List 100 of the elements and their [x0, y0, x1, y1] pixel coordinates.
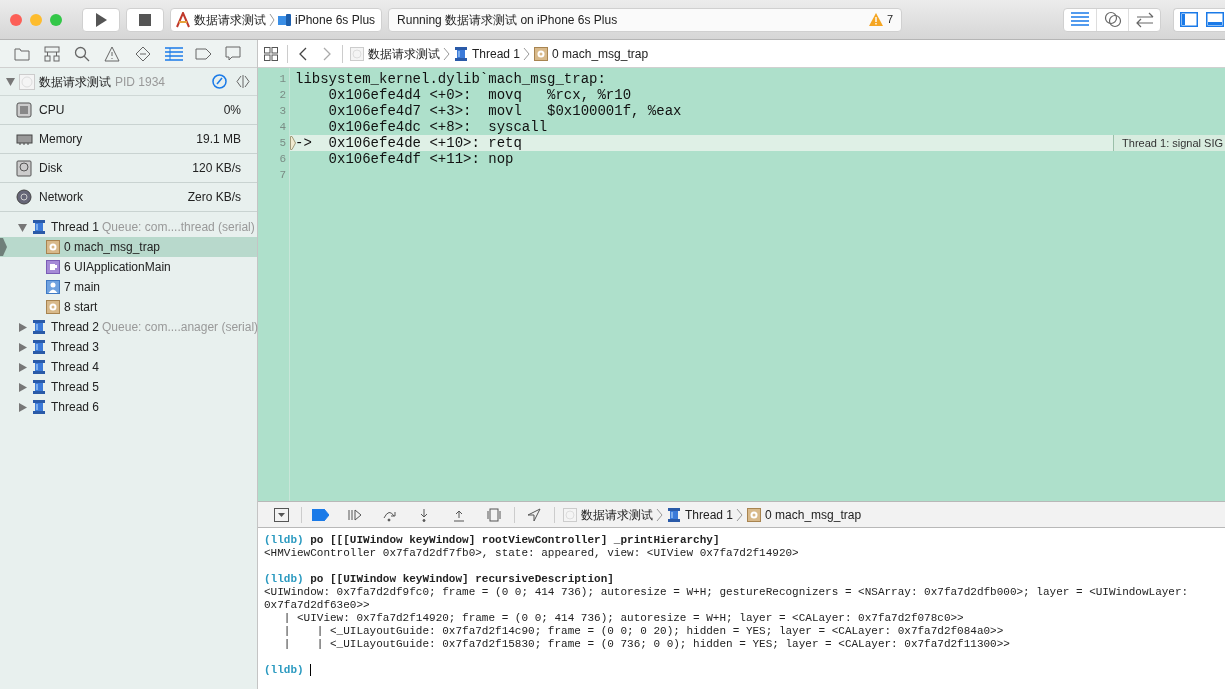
scheme-name: 数据请求测试	[194, 11, 266, 29]
code-line: 0x106efe4dc <+8>: syscall	[327, 119, 549, 135]
warning-count[interactable]: 7	[886, 11, 894, 28]
console-output: <UIWindow: 0x7fa7d2df9fc0; frame = (0 0; 414 736); autoresize = W+H; gestureRecognizers = <NSArray: 0x7fa7d2dfb000>; layer = <UIWindowLayer:	[264, 586, 1190, 599]
speech-bubble-icon[interactable]	[224, 45, 243, 62]
breadcrumb-item[interactable]: 数据请求测试	[368, 44, 440, 63]
diamond-minus-icon[interactable]	[134, 45, 153, 62]
disclosure-down-icon[interactable]	[18, 222, 27, 232]
process-name: 数据请求测试	[39, 73, 111, 91]
thread-row[interactable]: Thread 3	[0, 337, 257, 357]
disclosure-right-icon[interactable]	[18, 322, 27, 332]
error-annotation: Thread 1: signal SIG	[1113, 135, 1225, 151]
frame-row[interactable]: 8 start	[0, 297, 257, 317]
code-line: 0x106efe4d4 <+0>: movq %rcx, %r10	[327, 87, 633, 103]
thread-row[interactable]: Thread 1 Queue: com....thread (serial)	[0, 217, 257, 237]
spool-icon	[32, 399, 46, 415]
globe-icon	[16, 188, 33, 206]
disclosure-right-icon[interactable]	[18, 402, 27, 412]
line-number: 3	[278, 104, 286, 119]
collapse-icon[interactable]	[274, 507, 289, 522]
line-number: 1	[278, 72, 286, 87]
grid-icon[interactable]	[264, 46, 278, 61]
chevron-icon	[523, 46, 532, 61]
app-icon	[563, 507, 577, 522]
hierarchy-icon[interactable]	[44, 45, 63, 62]
thread-row[interactable]: Thread 5	[0, 377, 257, 397]
device-name: iPhone 6s Plus	[295, 11, 377, 29]
disclosure-down-icon[interactable]	[6, 77, 15, 86]
line-number: 2	[278, 88, 286, 103]
device-icon	[278, 12, 292, 27]
gauge-icon[interactable]	[212, 74, 227, 89]
person-icon	[46, 280, 60, 294]
thread-row[interactable]: Thread 6	[0, 397, 257, 417]
editor-mode-control[interactable]	[1063, 7, 1161, 32]
folder-icon[interactable]	[14, 45, 33, 62]
console-output: 0x7fa7d2df63e0>>	[264, 599, 371, 612]
frame-row[interactable]: 6 UIApplicationMain	[0, 257, 257, 277]
disclosure-right-icon[interactable]	[18, 382, 27, 392]
close-button[interactable]	[10, 13, 22, 26]
console-command: (lldb) po [[UIWindow keyWindow] recursiveDescription]	[264, 573, 615, 586]
spool-icon	[32, 379, 46, 395]
code-line: 0x106efe4d7 <+3>: movl $0x100001f, %eax	[327, 103, 683, 119]
tag-icon[interactable]	[194, 45, 213, 62]
panel-toggle-control[interactable]	[1173, 7, 1225, 32]
app-icon	[19, 73, 35, 90]
console-output: <HMViewController 0x7fa7d2df7fb0>, state: appeared, view: <UIView 0x7fa7d2f14920>	[264, 547, 800, 560]
gauge-row[interactable]: Network Zero KB/s	[0, 183, 257, 212]
breadcrumb-item[interactable]: Thread 1	[685, 505, 734, 524]
gauge-row[interactable]: Memory 19.1 MB	[0, 125, 257, 154]
gear-icon	[747, 507, 762, 522]
gear-icon	[46, 240, 60, 254]
gear-icon	[46, 300, 60, 314]
status-text: Running 数据请求测试 on iPhone 6s Plus	[397, 11, 619, 29]
breadcrumb-item[interactable]: 数据请求测试	[581, 505, 653, 524]
gear-icon	[534, 46, 549, 61]
chevron-icon	[269, 12, 275, 27]
gauge-row[interactable]: CPU 0%	[0, 96, 257, 125]
continue-icon[interactable]	[347, 507, 362, 522]
breadcrumb-item[interactable]: Thread 1	[472, 44, 521, 63]
location-icon[interactable]	[527, 507, 542, 522]
back-icon[interactable]	[299, 46, 307, 61]
stop-button[interactable]	[126, 7, 164, 32]
spool-icon	[32, 219, 46, 235]
arrows-icon	[1135, 11, 1154, 28]
console-output: | <UIView: 0x7fa7d2f14920; frame = (0 0; 414 736); autoresize = W+H; layer = <CALayer: 0x7fa7d2f078c0>>	[282, 612, 965, 625]
thread-row[interactable]: Thread 2 Queue: com....anager (serial)	[0, 317, 257, 337]
spool-icon	[454, 45, 468, 62]
list-icon[interactable]	[164, 45, 183, 62]
view-debugger-icon[interactable]	[487, 507, 502, 522]
gauge-row[interactable]: Disk 120 KB/s	[0, 154, 257, 183]
run-button[interactable]	[82, 7, 120, 32]
console-output: | | <_UILayoutGuide: 0x7fa7d2f15830; frame = (0 736; 0 0); hidden = YES; layer = <CALayer: 0x7fa7d2f11300>>	[282, 638, 1011, 651]
chevron-icon	[443, 46, 451, 61]
frame-row[interactable]: 7 main	[0, 277, 257, 297]
line-number: 7	[278, 168, 286, 183]
frame-row[interactable]: 0 mach_msg_trap	[0, 237, 257, 257]
chevron-icon	[656, 507, 664, 522]
forward-icon[interactable]	[323, 46, 331, 61]
left-panel-icon	[1180, 12, 1198, 27]
breadcrumb-item[interactable]: 0 mach_msg_trap	[765, 505, 862, 524]
disclosure-right-icon[interactable]	[18, 342, 27, 352]
pointer-icon	[290, 136, 296, 150]
disclosure-right-icon[interactable]	[18, 362, 27, 372]
pointer-icon	[0, 237, 7, 257]
console-command: (lldb) po [[[UIWindow keyWindow] rootViewController] _printHierarchy]	[264, 534, 721, 547]
line-number: 4	[278, 120, 286, 135]
scheme-selector[interactable]: 数据请求测试 iPhone 6s Plus	[170, 7, 383, 32]
spool-icon	[32, 339, 46, 355]
spool-icon	[32, 359, 46, 375]
code-line: -> 0x106efe4de <+10>: retq	[295, 135, 522, 151]
split-arrows-icon[interactable]	[235, 74, 251, 89]
thread-row[interactable]: Thread 4	[0, 357, 257, 377]
breadcrumb-item[interactable]: 0 mach_msg_trap	[552, 44, 649, 63]
spool-icon	[32, 319, 46, 335]
overlapping-circles-icon	[1103, 11, 1122, 28]
warning-icon[interactable]	[104, 45, 123, 62]
breakpoint-icon[interactable]	[312, 508, 329, 521]
warning-icon	[868, 13, 883, 26]
spool-icon	[667, 506, 681, 523]
line-number: 6	[278, 152, 286, 167]
